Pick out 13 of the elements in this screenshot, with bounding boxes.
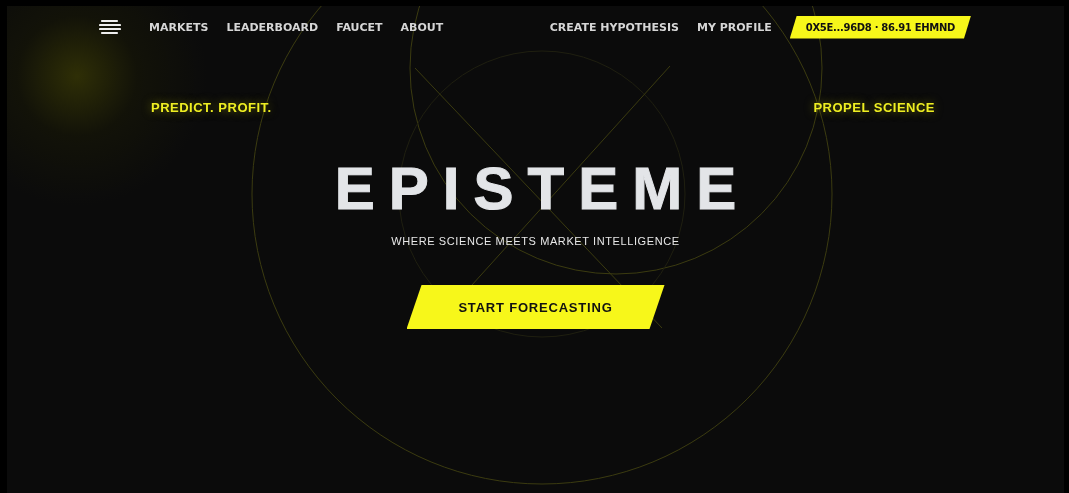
- nav-link[interactable]: ABOUT: [400, 20, 444, 34]
- tagline: PREDICT. PROFIT.: [151, 100, 272, 115]
- wallet-button[interactable]: 0X5E...96D8 · 86.91 EHMND: [789, 15, 971, 39]
- nav-link[interactable]: MARKETS: [149, 20, 209, 34]
- nav-link[interactable]: LEADERBOARD: [226, 20, 319, 34]
- tagline: PROPEL SCIENCE: [813, 100, 935, 115]
- nav-link[interactable]: FAUCET: [336, 20, 383, 34]
- menu-icon[interactable]: [99, 19, 121, 35]
- hero-subtitle: WHERE SCIENCE MEETS MARKET INTELLIGENCE: [391, 235, 680, 247]
- hero-title: EPISTEME: [333, 159, 751, 219]
- start-forecasting-button[interactable]: START FORECASTING: [406, 285, 665, 329]
- nav-link[interactable]: CREATE HYPOTHESIS: [549, 20, 679, 34]
- nav-link[interactable]: MY PROFILE: [697, 20, 772, 34]
